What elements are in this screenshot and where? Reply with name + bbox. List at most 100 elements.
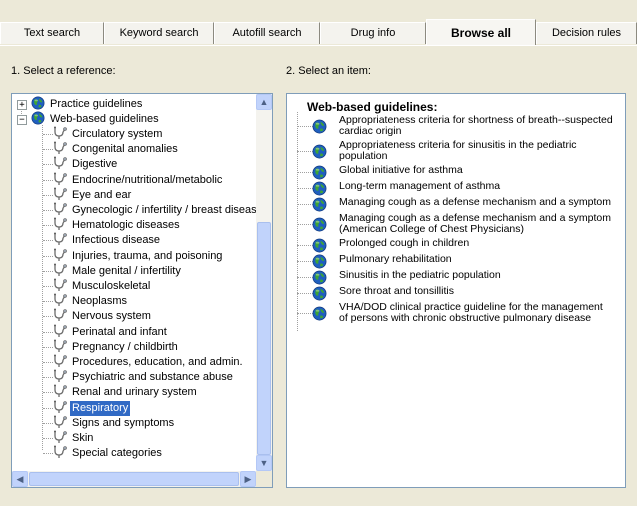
tree-node-category[interactable]: Endocrine/nutritional/metabolic — [53, 172, 224, 188]
tab-autofill-search[interactable]: Autofill search — [214, 22, 320, 44]
scroll-down-button[interactable]: ▼ — [256, 455, 272, 471]
tab-keyword-search[interactable]: Keyword search — [104, 22, 214, 44]
guideline-item[interactable]: Appropriateness criteria for sinusitis i… — [287, 140, 617, 162]
tab-label: Decision rules — [551, 27, 622, 39]
guideline-item[interactable]: Sinusitis in the pediatric population — [287, 270, 617, 284]
tree-node-category[interactable]: Renal and urinary system — [53, 384, 199, 400]
tree-node-label: Infectious disease — [72, 234, 161, 247]
expand-toggle[interactable]: + — [17, 100, 27, 110]
stethoscope-icon — [53, 172, 67, 186]
guideline-item[interactable]: Managing cough as a defense mechanism an… — [287, 197, 617, 211]
stethoscope-icon — [53, 141, 67, 155]
tree-node-label: Skin — [72, 432, 94, 444]
tab-browse-all[interactable]: Browse all — [426, 19, 536, 46]
tree-node-category[interactable]: Nervous system — [53, 308, 153, 324]
guideline-item[interactable]: Prolonged cough in children — [287, 238, 617, 252]
stethoscope-icon — [53, 430, 67, 444]
tree-node-category[interactable]: Procedures, education, and admin. — [53, 354, 245, 370]
tab-decision-rules[interactable]: Decision rules — [536, 22, 637, 44]
tree-node-category[interactable]: Circulatory system — [53, 126, 164, 142]
chevron-down-icon: ▼ — [259, 458, 269, 468]
globe-icon — [312, 286, 327, 304]
tree-node-category[interactable]: Respiratory — [53, 400, 131, 416]
collapse-toggle[interactable]: − — [17, 115, 27, 125]
stethoscope-icon — [53, 232, 67, 246]
tree-vertical-scrollbar[interactable]: ▲ ▼ — [256, 94, 272, 471]
stethoscope-icon — [53, 126, 67, 140]
guideline-item[interactable]: Global initiative for asthma — [287, 165, 617, 179]
tree-node-label: Endocrine/nutritional/metabolic — [72, 173, 223, 186]
guideline-item[interactable]: Pulmonary rehabilitation — [287, 254, 617, 268]
tree-node-label: Eye and ear — [72, 188, 132, 201]
vertical-scroll-thumb[interactable] — [257, 222, 271, 455]
tree-node-category[interactable]: Neoplasms — [53, 293, 129, 309]
stethoscope-icon — [53, 156, 67, 170]
scroll-left-button[interactable]: ◀ — [12, 471, 28, 487]
guideline-item[interactable]: Managing cough as a defense mechanism an… — [287, 213, 617, 235]
tree-node-label: Hematologic diseases — [72, 219, 180, 232]
items-list[interactable]: Web-based guidelines: Appropriateness cr… — [286, 93, 626, 488]
tree-node-label: Psychiatric and substance abuse — [72, 371, 233, 384]
horizontal-scroll-thumb[interactable] — [29, 472, 239, 486]
tab-divider — [0, 45, 637, 46]
tree-node-category[interactable]: Male genital / infertility — [53, 263, 183, 279]
tree-horizontal-scrollbar[interactable]: ◀ ▶ — [12, 471, 256, 487]
tree-node-category[interactable]: Injuries, trauma, and poisoning — [53, 248, 224, 264]
tree-node-category[interactable]: Special categories — [53, 445, 164, 461]
tree-node-label: Perinatal and infant — [72, 325, 167, 338]
guideline-item[interactable]: VHA/DOD clinical practice guideline for … — [287, 302, 617, 324]
tree-node-category[interactable]: Signs and symptoms — [53, 415, 176, 431]
scroll-right-button[interactable]: ▶ — [240, 471, 256, 487]
tree-node-category[interactable]: Eye and ear — [53, 187, 133, 203]
stethoscope-icon — [53, 217, 67, 231]
tab-label: Drug info — [350, 27, 396, 39]
tree-node-label: Neoplasms — [72, 295, 128, 308]
guideline-item[interactable]: Appropriateness criteria for shortness o… — [287, 115, 617, 137]
item-label: 2. Select an item: — [286, 65, 371, 77]
tab-drug-info[interactable]: Drug info — [320, 22, 426, 44]
scroll-up-button[interactable]: ▲ — [256, 94, 272, 110]
item-text: Sore throat and tonsillitis — [339, 285, 454, 297]
tree-node-label: Injuries, trauma, and poisoning — [72, 249, 223, 262]
tree-node-label: Digestive — [72, 158, 118, 171]
chevron-left-icon: ◀ — [16, 474, 24, 484]
stethoscope-icon — [53, 415, 67, 429]
globe-icon — [312, 217, 327, 235]
tree-node-category[interactable]: Gynecologic / infertility / breast disea… — [53, 202, 265, 218]
tree-node-label: Nervous system — [72, 310, 151, 323]
tab-text-search[interactable]: Text search — [0, 22, 104, 44]
tree-node-category[interactable]: Hematologic diseases — [53, 217, 182, 233]
globe-icon — [31, 111, 45, 125]
stethoscope-icon — [53, 339, 67, 353]
tree-node-category[interactable]: Perinatal and infant — [53, 324, 169, 340]
stethoscope-icon — [53, 384, 67, 398]
stethoscope-icon — [53, 324, 67, 338]
item-text: Pulmonary rehabilitation — [339, 253, 452, 265]
tree-node-label: Practice guidelines — [50, 98, 143, 110]
stethoscope-globe-icon — [31, 96, 45, 110]
scrollbar-corner — [256, 471, 272, 487]
tree-node-category[interactable]: Infectious disease — [53, 232, 162, 248]
reference-tree[interactable]: + Practice guidelines − Web-based guideline… — [11, 93, 273, 488]
item-text: (American College of Chest Physicians) — [339, 223, 524, 235]
globe-icon — [312, 197, 327, 215]
item-text: Prolonged cough in children — [339, 237, 470, 249]
item-text: Managing cough as a defense mechanism an… — [339, 196, 611, 208]
globe-icon — [312, 144, 327, 162]
tab-label: Autofill search — [232, 27, 302, 39]
tree-node-category[interactable]: Digestive — [53, 156, 119, 172]
tree-node-category[interactable]: Musculoskeletal — [53, 278, 152, 294]
stethoscope-icon — [53, 187, 67, 201]
stethoscope-icon — [53, 400, 67, 414]
stethoscope-icon — [53, 354, 67, 368]
guideline-item[interactable]: Long-term management of asthma — [287, 181, 617, 195]
stethoscope-icon — [53, 202, 67, 216]
tree-node-label: Circulatory system — [72, 128, 163, 140]
tree-node-category[interactable]: Congenital anomalies — [53, 141, 180, 157]
tree-node-category[interactable]: Skin — [53, 430, 95, 446]
tree-node-category[interactable]: Psychiatric and substance abuse — [53, 369, 235, 385]
guideline-item[interactable]: Sore throat and tonsillitis — [287, 286, 617, 300]
chevron-up-icon: ▲ — [259, 97, 269, 107]
tree-node-category[interactable]: Pregnancy / childbirth — [53, 339, 180, 355]
tree-node-label: Gynecologic / infertility / breast disea… — [72, 204, 263, 216]
